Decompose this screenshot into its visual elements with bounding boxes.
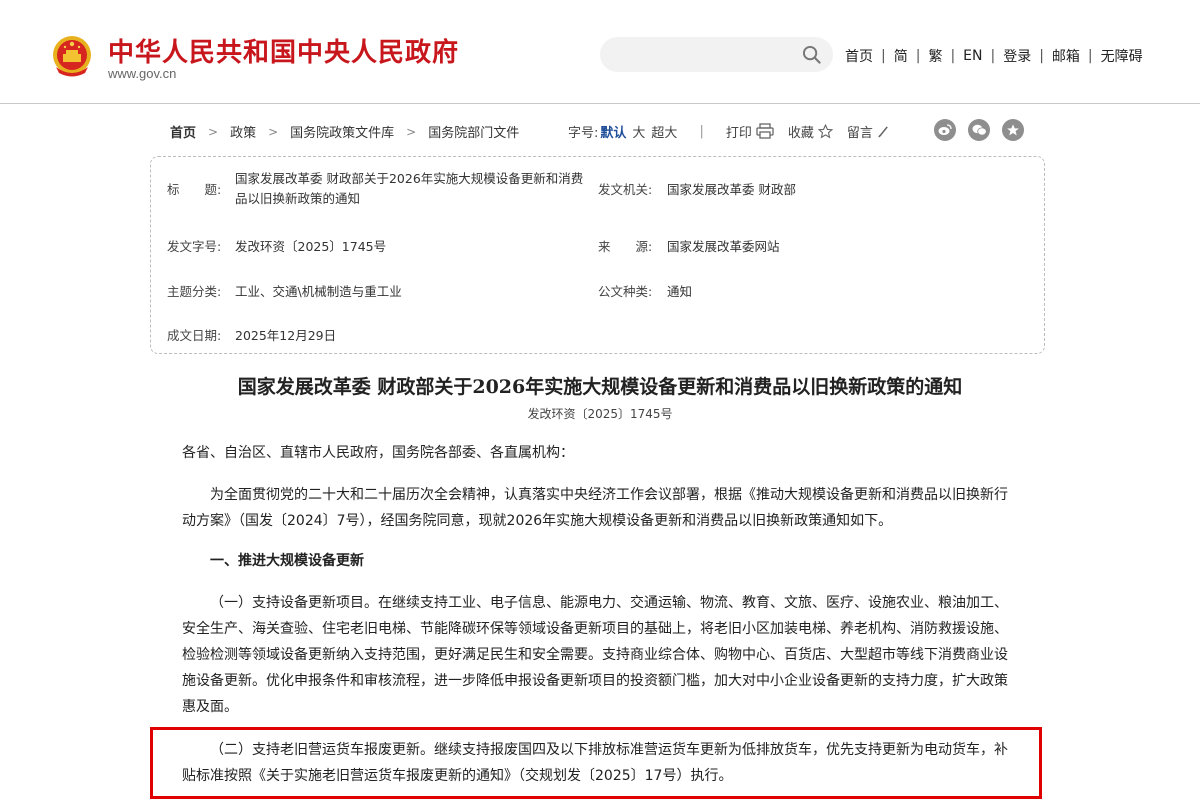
print-icon (756, 123, 774, 139)
comment-button[interactable]: 留言 (847, 122, 890, 141)
section-heading: 一、推进大规模设备更新 (210, 553, 364, 569)
nav-separator: | (1039, 48, 1044, 64)
nav-separator: | (950, 48, 956, 64)
top-nav: 首页 | 简 | 繁 | EN | 登录 | 邮箱 | 无障碍 (845, 46, 1143, 66)
comment-label: 留言 (846, 125, 873, 141)
article-toolbar: 字号: 默认 大 超大 | 打印 收藏 留言 (568, 118, 904, 144)
font-size-label: 字号: (568, 125, 599, 141)
breadcrumb-department-docs[interactable]: 国务院部门文件 (428, 122, 519, 141)
pencil-icon (878, 125, 888, 138)
meta-docno-label: 发文字号: (167, 239, 222, 254)
meta-issuer-value: 国家发展改革委 财政部 (667, 182, 796, 197)
highlight-box (150, 727, 1042, 799)
font-size-xlarge[interactable]: 超大 (651, 122, 677, 141)
weibo-icon[interactable] (934, 119, 956, 141)
nav-login[interactable]: 登录 (1003, 46, 1031, 66)
meta-source-label: 来 源: (598, 239, 653, 254)
favorite-button[interactable]: 收藏 (788, 122, 833, 141)
chevron-right-icon: > (406, 124, 417, 139)
print-button[interactable]: 打印 (726, 122, 774, 141)
document-meta-box: 标 题: 国家发展改革委 财政部关于2026年实施大规模设备更新和消费品以旧换新… (150, 156, 1045, 354)
meta-title-label: 标 题: (167, 182, 222, 197)
favorite-label: 收藏 (787, 125, 814, 141)
qzone-icon[interactable] (1002, 119, 1024, 141)
print-label: 打印 (725, 125, 752, 141)
meta-date-label: 成文日期: (167, 328, 222, 343)
meta-date-value: 2025年12月29日 (235, 328, 337, 343)
article-addressee: 各省、自治区、直辖市人民政府，国务院各部委、各直属机构： (182, 445, 574, 461)
meta-source-value: 国家发展改革委网站 (667, 239, 780, 254)
search-input[interactable] (600, 37, 833, 72)
breadcrumb-policy[interactable]: 政策 (230, 122, 256, 141)
article-intro-paragraph: 为全面贯彻党的二十大和二十届历次全会精神，认真落实中央经济工作会议部署，根据《推… (182, 487, 1008, 529)
breadcrumb-home[interactable]: 首页 (170, 122, 196, 141)
nav-separator: | (1087, 48, 1093, 64)
article-title: 国家发展改革委 财政部关于2026年实施大规模设备更新和消费品以旧换新政策的通知 (237, 376, 963, 398)
national-emblem-icon[interactable] (50, 33, 94, 79)
site-domain: www.gov.cn (108, 66, 177, 81)
wechat-icon[interactable] (968, 119, 990, 141)
meta-category-label: 主题分类: (167, 284, 222, 299)
meta-category-value: 工业、交通\机械制造与重工业 (235, 284, 402, 299)
nav-accessibility[interactable]: 无障碍 (1101, 46, 1143, 66)
meta-doctype-value: 通知 (667, 284, 693, 299)
nav-separator: | (990, 48, 996, 64)
nav-mail[interactable]: 邮箱 (1052, 46, 1080, 66)
nav-english[interactable]: EN (963, 48, 982, 64)
font-size-default[interactable]: 默认 (600, 122, 626, 141)
nav-home[interactable]: 首页 (845, 46, 873, 66)
breadcrumb: 首页 > 政策 > 国务院政策文件库 > 国务院部门文件 (170, 122, 519, 142)
meta-docno-value: 发改环资〔2025〕1745号 (235, 239, 387, 254)
chevron-right-icon: > (208, 124, 219, 139)
star-icon (817, 123, 833, 138)
share-buttons (934, 119, 1036, 141)
nav-traditional[interactable]: 繁 (928, 46, 942, 66)
nav-separator: | (881, 48, 886, 64)
meta-title-value: 国家发展改革委 财政部关于2026年实施大规模设备更新和消费品以旧换新政策的通知 (235, 171, 584, 206)
site-header: 中华人民共和国中央人民政府 www.gov.cn 首页 | 简 | 繁 | EN… (0, 0, 1200, 104)
site-title[interactable]: 中华人民共和国中央人民政府 (108, 32, 459, 69)
font-size-large[interactable]: 大 (632, 122, 645, 141)
search-icon[interactable] (802, 45, 821, 64)
breadcrumb-state-council-library[interactable]: 国务院政策文件库 (290, 122, 394, 141)
toolbar-divider: | (699, 123, 704, 139)
chevron-right-icon: > (268, 124, 279, 139)
article-docno: 发改环资〔2025〕1745号 (527, 407, 673, 421)
article-paragraph-item1: （一）支持设备更新项目。在继续支持工业、电子信息、能源电力、交通运输、物流、教育… (182, 595, 1008, 715)
meta-doctype-label: 公文种类: (598, 284, 653, 299)
nav-separator: | (915, 48, 921, 64)
nav-simplified[interactable]: 简 (894, 46, 908, 66)
meta-issuer-label: 发文机关: (598, 182, 653, 197)
